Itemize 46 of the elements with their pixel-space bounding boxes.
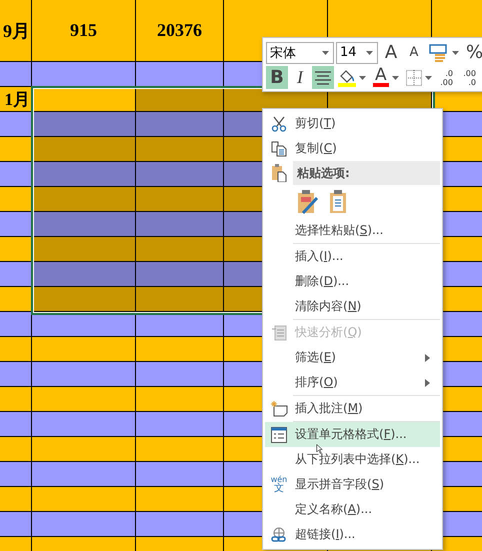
menu-item[interactable]: 删除(D)... (265, 269, 440, 294)
toolbar-button[interactable]: I (289, 66, 311, 89)
format-cells-icon (271, 426, 287, 442)
menu-item[interactable]: 从下拉列表中选择(K)... (265, 447, 440, 472)
fill-bucket-icon (338, 68, 356, 86)
scissors-icon (271, 116, 287, 132)
toolbar-button[interactable]: B (266, 66, 288, 89)
menu-item[interactable]: 插入(I)... (265, 244, 440, 269)
menu-item[interactable]: 清除内容(N) (265, 294, 440, 319)
format-icon (429, 44, 449, 62)
paste-icon[interactable] (329, 190, 347, 214)
align-center-icon (315, 70, 331, 84)
decimal-places-button[interactable]: .0 .00 (436, 66, 458, 89)
menu-item[interactable]: 设置单元格格式(F)... (265, 422, 440, 447)
pinyin-icon: wén 文 (270, 476, 288, 494)
decimal-places-button[interactable]: .00 .0 (458, 66, 481, 89)
font-color-button[interactable]: A (370, 66, 402, 89)
toolbar-button[interactable]: A (380, 41, 402, 64)
toolbar-button[interactable] (312, 66, 334, 89)
menu-item[interactable]: 选择性粘贴(S)... (265, 218, 440, 243)
menu-item[interactable]: 定义名称(A)... (265, 497, 440, 522)
font-name-field[interactable]: 宋体 (266, 42, 334, 64)
quick-analysis-icon (271, 324, 287, 340)
table-cell: 20376 (136, 0, 224, 62)
table-cell: 1月 (0, 87, 32, 112)
font-size-field[interactable]: 14 (336, 42, 378, 64)
caret-icon (322, 50, 329, 54)
comment-icon (270, 400, 288, 416)
paste-formatting-icon[interactable] (297, 190, 319, 214)
menu-section-header: 粘贴选项: (293, 161, 440, 185)
menu-item[interactable]: 复制(C) (265, 136, 440, 161)
caret-icon (366, 50, 373, 54)
clipboard-icon (271, 164, 287, 182)
toolbar-button[interactable]: A (403, 41, 425, 64)
menu-item[interactable]: 排序(O) (265, 370, 440, 395)
menu-item[interactable]: 超链接(I)... (265, 522, 440, 547)
table-cell: 9月 (0, 0, 32, 62)
menu-item[interactable]: 筛选(E) (265, 345, 440, 370)
mouse-pointer-icon (316, 444, 323, 454)
border-icon (406, 70, 422, 86)
copy-icon (271, 140, 287, 156)
table-cell: 915 (32, 0, 136, 62)
hyperlink-icon (271, 526, 287, 542)
menu-item[interactable]: 剪切(T) (265, 111, 440, 136)
toolbar-button[interactable]: % (463, 41, 482, 64)
menu-item[interactable]: 插入批注(M) (265, 396, 440, 421)
